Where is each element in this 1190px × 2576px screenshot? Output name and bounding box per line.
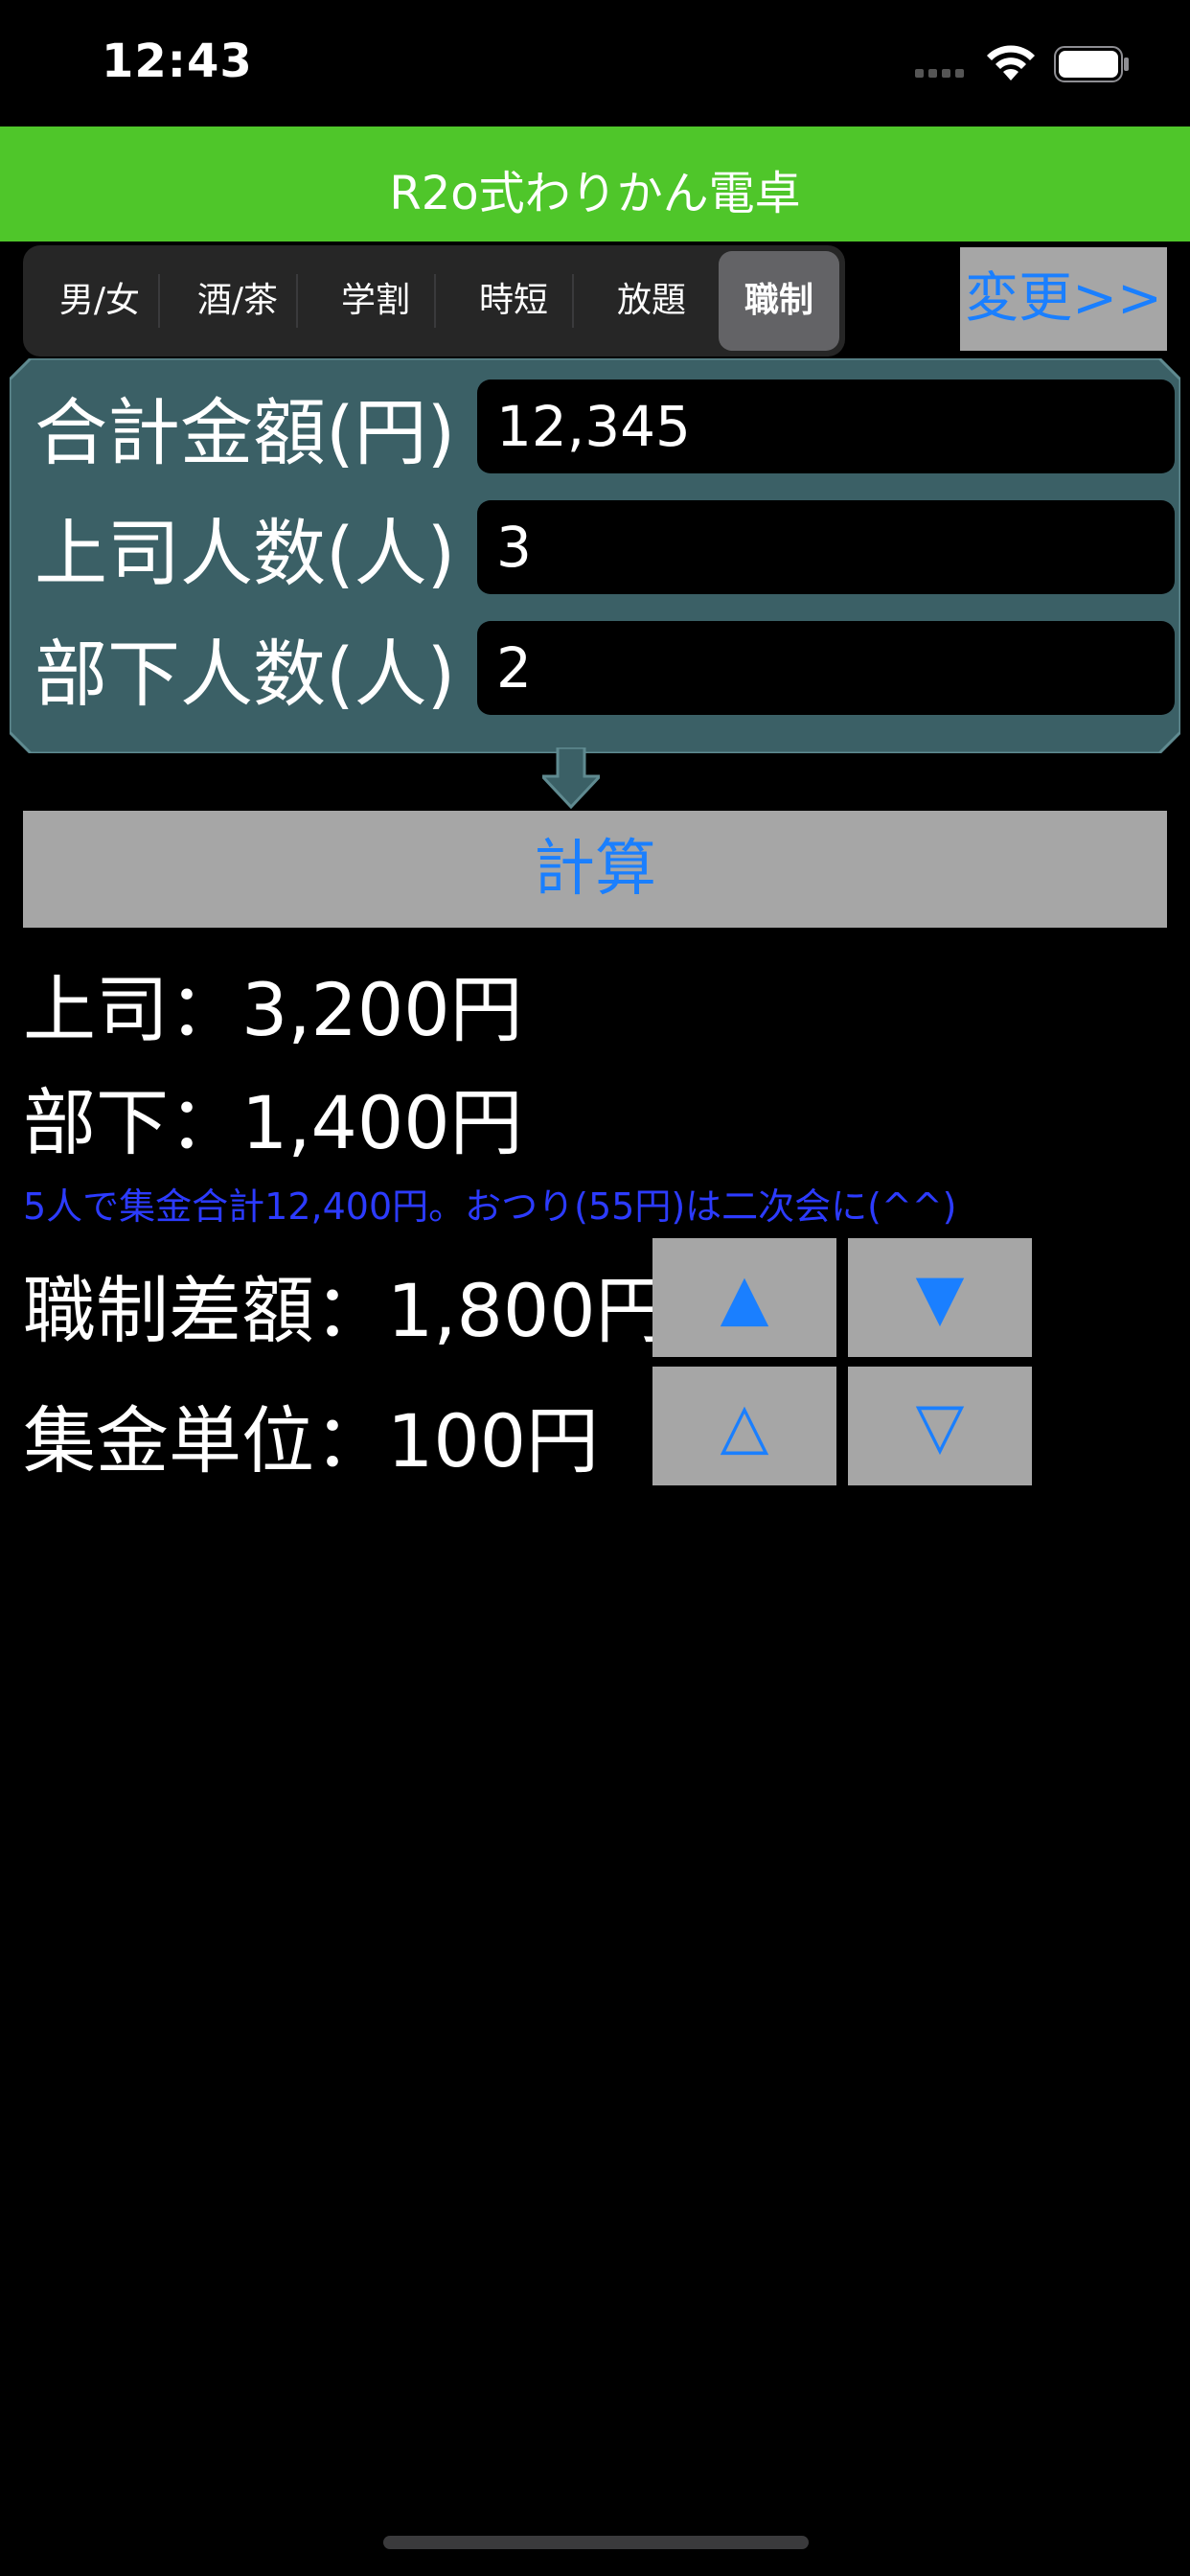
- status-time: 12:43: [102, 34, 253, 88]
- change-button[interactable]: 変更>>: [960, 247, 1167, 351]
- triangle-down-outline-icon: ▽: [915, 1389, 965, 1462]
- segment-divider: [296, 274, 298, 328]
- segment-position[interactable]: 職制: [719, 251, 839, 351]
- boss-count-input[interactable]: 3: [477, 500, 1175, 594]
- difference-increase-button[interactable]: ▲: [652, 1238, 836, 1357]
- triangle-down-filled-icon: ▼: [915, 1260, 965, 1334]
- segment-student-discount[interactable]: 学割: [309, 251, 443, 351]
- unit-decrease-button[interactable]: ▽: [848, 1367, 1032, 1485]
- app-title: R2o式わりかん電卓: [389, 167, 801, 220]
- subordinate-amount-result: 部下：1,400円: [23, 1080, 523, 1165]
- calculate-button[interactable]: 計算: [23, 811, 1167, 928]
- triangle-up-outline-icon: △: [720, 1389, 769, 1462]
- segment-drink[interactable]: 酒/茶: [171, 251, 305, 351]
- difference-decrease-button[interactable]: ▼: [848, 1238, 1032, 1357]
- total-amount-label: 合計金額(円): [34, 390, 456, 475]
- input-panel: 合計金額(円) 12,345 上司人数(人) 3 部下人数(人) 2: [10, 358, 1180, 753]
- segment-divider: [434, 274, 436, 328]
- battery-icon: [1054, 46, 1129, 82]
- segment-short-time[interactable]: 時短: [446, 251, 581, 351]
- total-amount-input[interactable]: 12,345: [477, 380, 1175, 473]
- subordinate-count-label: 部下人数(人): [34, 632, 456, 717]
- segment-divider: [572, 274, 574, 328]
- boss-count-label: 上司人数(人): [34, 511, 456, 596]
- collection-unit-value: 集金単位：100円: [23, 1398, 600, 1484]
- subordinate-count-input[interactable]: 2: [477, 621, 1175, 715]
- nav-bar: R2o式わりかん電卓: [0, 126, 1190, 242]
- mode-segmented-control: 男/女 酒/茶 学割 時短 放題 職制: [23, 245, 845, 356]
- segment-divider: [158, 274, 160, 328]
- unit-increase-button[interactable]: △: [652, 1367, 836, 1485]
- segment-gender[interactable]: 男/女: [33, 251, 167, 351]
- status-bar: 12:43: [0, 0, 1190, 126]
- triangle-up-filled-icon: ▲: [720, 1260, 769, 1334]
- segment-all-you-can[interactable]: 放題: [584, 251, 719, 351]
- wifi-icon: [987, 45, 1035, 80]
- cellular-signal-icon: [915, 69, 969, 80]
- collection-note: 5人で集金合計12,400円。おつり(55円)は二次会に(^^): [23, 1185, 957, 1228]
- home-indicator[interactable]: [383, 2536, 809, 2549]
- boss-amount-result: 上司：3,200円: [23, 967, 523, 1052]
- position-difference-value: 職制差額：1,800円: [23, 1268, 669, 1353]
- down-arrow-icon: [542, 748, 600, 809]
